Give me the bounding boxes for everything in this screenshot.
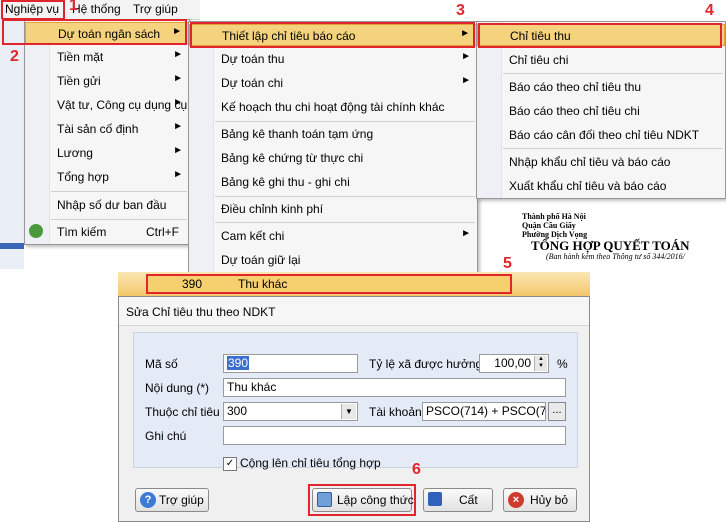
percent-label: % bbox=[557, 357, 568, 371]
help-icon: ? bbox=[140, 492, 156, 508]
cancel-icon: × bbox=[508, 492, 524, 508]
step-number-5: 5 bbox=[503, 255, 512, 272]
chevron-right-icon: ► bbox=[461, 75, 471, 86]
menu-item-bao-cao-chi-tieu-thu[interactable]: Báo cáo theo chỉ tiêu thu bbox=[477, 76, 725, 98]
menu-separator bbox=[51, 191, 187, 192]
doc-district: Quận Cầu Giấy bbox=[522, 221, 576, 230]
doc-subtitle: (Ban hành kèm theo Thông tư số 344/2016/ bbox=[546, 252, 685, 261]
highlight-step-3 bbox=[190, 22, 475, 48]
menu-item-nhap-khau[interactable]: Nhập khẩu chỉ tiêu và báo cáo bbox=[477, 151, 725, 173]
ma-so-label: Mã số bbox=[145, 357, 178, 371]
chevron-right-icon: ► bbox=[173, 121, 183, 132]
menu-item-tim-kiem[interactable]: Tìm kiếm Ctrl+F bbox=[25, 221, 189, 243]
chevron-right-icon: ► bbox=[173, 49, 183, 60]
step-number-3: 3 bbox=[456, 2, 465, 19]
menu-separator bbox=[215, 121, 475, 122]
noi-dung-label: Nội dung (*) bbox=[145, 381, 210, 395]
menu-nghiep-vu-dropdown: Dự toán ngân sách ► Tiền mặt ► Tiền gửi ► V… bbox=[24, 19, 190, 245]
menu-item-tien-gui[interactable]: Tiền gửi ► bbox=[25, 70, 189, 92]
menu-item-du-toan-thu[interactable]: Dự toán thu ► bbox=[189, 48, 477, 70]
highlight-step-6 bbox=[308, 484, 416, 516]
highlight-step-5 bbox=[146, 274, 512, 294]
cancel-button[interactable]: × Hủy bỏ bbox=[503, 488, 577, 512]
thuoc-chi-tieu-label: Thuộc chỉ tiêu bbox=[145, 405, 220, 419]
ty-le-value: 100,00 bbox=[494, 356, 531, 370]
dialog-title: Sửa Chỉ tiêu thu theo NDKT bbox=[126, 305, 276, 319]
step-number-6: 6 bbox=[412, 461, 421, 478]
menu-item-ke-hoach-thu-chi[interactable]: Kế hoạch thu chi hoạt động tài chính khá… bbox=[189, 96, 477, 118]
ma-so-input[interactable]: 390 bbox=[223, 354, 358, 373]
spinner-icon[interactable]: ▲ ▼ bbox=[534, 356, 547, 371]
chevron-right-icon: ► bbox=[173, 97, 183, 108]
menu-separator bbox=[215, 196, 475, 197]
menu-item-tai-san-co-dinh[interactable]: Tài sản cố định ► bbox=[25, 118, 189, 140]
menu-item-du-toan-giu-lai[interactable]: Dự toán giữ lại bbox=[189, 249, 477, 271]
noi-dung-input[interactable]: Thu khác bbox=[223, 378, 566, 397]
chevron-right-icon: ► bbox=[173, 145, 183, 156]
ghi-chu-input[interactable] bbox=[223, 426, 566, 445]
menu-du-toan-ngan-sach: Thiết lập chỉ tiêu báo cáo ► Dự toán thu ►… bbox=[188, 21, 478, 273]
tai-khoan-input[interactable]: PSCO(714) + PSCO(7 bbox=[422, 402, 546, 421]
menu-item-xuat-khau[interactable]: Xuất khẩu chỉ tiêu và báo cáo bbox=[477, 175, 725, 197]
ty-le-label: Tỷ lệ xã được hưởng bbox=[369, 357, 483, 371]
menu-item-bang-ke-ghi-thu[interactable]: Bảng kê ghi thu - ghi chi bbox=[189, 171, 477, 193]
ghi-chu-label: Ghi chú bbox=[145, 429, 187, 443]
highlight-step-1 bbox=[1, 0, 65, 20]
check-icon: ✓ bbox=[225, 458, 235, 469]
noi-dung-value: Thu khác bbox=[227, 380, 277, 394]
ty-le-input[interactable]: 100,00 ▲ ▼ bbox=[479, 354, 549, 373]
chevron-right-icon: ► bbox=[461, 228, 471, 239]
highlight-step-2 bbox=[2, 19, 187, 45]
menu-item-tien-mat[interactable]: Tiền mặt ► bbox=[25, 46, 189, 68]
chevron-right-icon: ► bbox=[173, 73, 183, 84]
form-panel bbox=[133, 332, 578, 468]
menu-separator bbox=[503, 73, 723, 74]
cong-len-checkbox[interactable]: ✓ bbox=[223, 457, 237, 471]
chevron-right-icon: ► bbox=[173, 169, 183, 180]
thuoc-chi-tieu-value: 300 bbox=[227, 404, 248, 418]
chevron-right-icon: ► bbox=[461, 51, 471, 62]
menu-item-bang-ke-chung-tu[interactable]: Bảng kê chứng từ thực chi bbox=[189, 147, 477, 169]
menu-he-thong[interactable]: Hệ thống bbox=[72, 2, 121, 16]
menu-item-luong[interactable]: Lương ► bbox=[25, 142, 189, 164]
menu-item-nhap-so-du[interactable]: Nhập số dư ban đầu bbox=[25, 194, 189, 216]
help-button[interactable]: ? Trợ giúp bbox=[135, 488, 209, 512]
menu-separator bbox=[503, 148, 723, 149]
step-number-2: 2 bbox=[10, 48, 19, 65]
menu-item-cam-ket-chi[interactable]: Cam kết chi ► bbox=[189, 225, 477, 247]
menu-tro-giup[interactable]: Trợ giúp bbox=[133, 2, 178, 16]
save-icon bbox=[428, 492, 442, 506]
menu-item-du-toan-chi[interactable]: Dự toán chi ► bbox=[189, 72, 477, 94]
search-icon bbox=[29, 224, 43, 238]
highlight-step-4 bbox=[478, 23, 722, 48]
menu-separator bbox=[51, 219, 187, 220]
browse-account-button[interactable]: ... bbox=[548, 402, 566, 421]
menu-item-bao-cao-can-doi[interactable]: Báo cáo cân đối theo chỉ tiêu NDKT bbox=[477, 124, 725, 146]
menu-item-vat-tu[interactable]: Vật tư, Công cụ dụng cụ ► bbox=[25, 94, 189, 116]
tai-khoan-label: Tài khoản bbox=[369, 405, 422, 419]
menu-item-bao-cao-chi-tieu-chi[interactable]: Báo cáo theo chỉ tiêu chi bbox=[477, 100, 725, 122]
dialog-titlebar: Sửa Chỉ tiêu thu theo NDKT bbox=[119, 297, 589, 326]
cong-len-label: Cộng lên chỉ tiêu tổng hợp bbox=[240, 456, 381, 470]
menu-item-dieu-chinh-kinh-phi[interactable]: Điều chỉnh kinh phí bbox=[189, 198, 477, 220]
step-number-4: 4 bbox=[705, 2, 714, 19]
tai-khoan-value: PSCO(714) + PSCO(7 bbox=[426, 404, 546, 418]
save-button[interactable]: Cất bbox=[423, 488, 493, 512]
strip-bar bbox=[0, 243, 24, 249]
menu-separator bbox=[215, 222, 475, 223]
ma-so-value: 390 bbox=[227, 356, 250, 370]
doc-city: Thành phố Hà Nội bbox=[522, 212, 586, 221]
chevron-down-icon[interactable]: ▼ bbox=[341, 404, 356, 419]
menu-item-chi-tieu-chi[interactable]: Chỉ tiêu chi bbox=[477, 49, 725, 71]
step-number-1: 1 bbox=[69, 0, 78, 14]
menu-item-tong-hop[interactable]: Tổng hợp ► bbox=[25, 166, 189, 188]
menu-item-bang-ke-thanh-toan[interactable]: Bảng kê thanh toán tạm ứng bbox=[189, 123, 477, 145]
thuoc-chi-tieu-select[interactable]: 300 ▼ bbox=[223, 402, 358, 421]
